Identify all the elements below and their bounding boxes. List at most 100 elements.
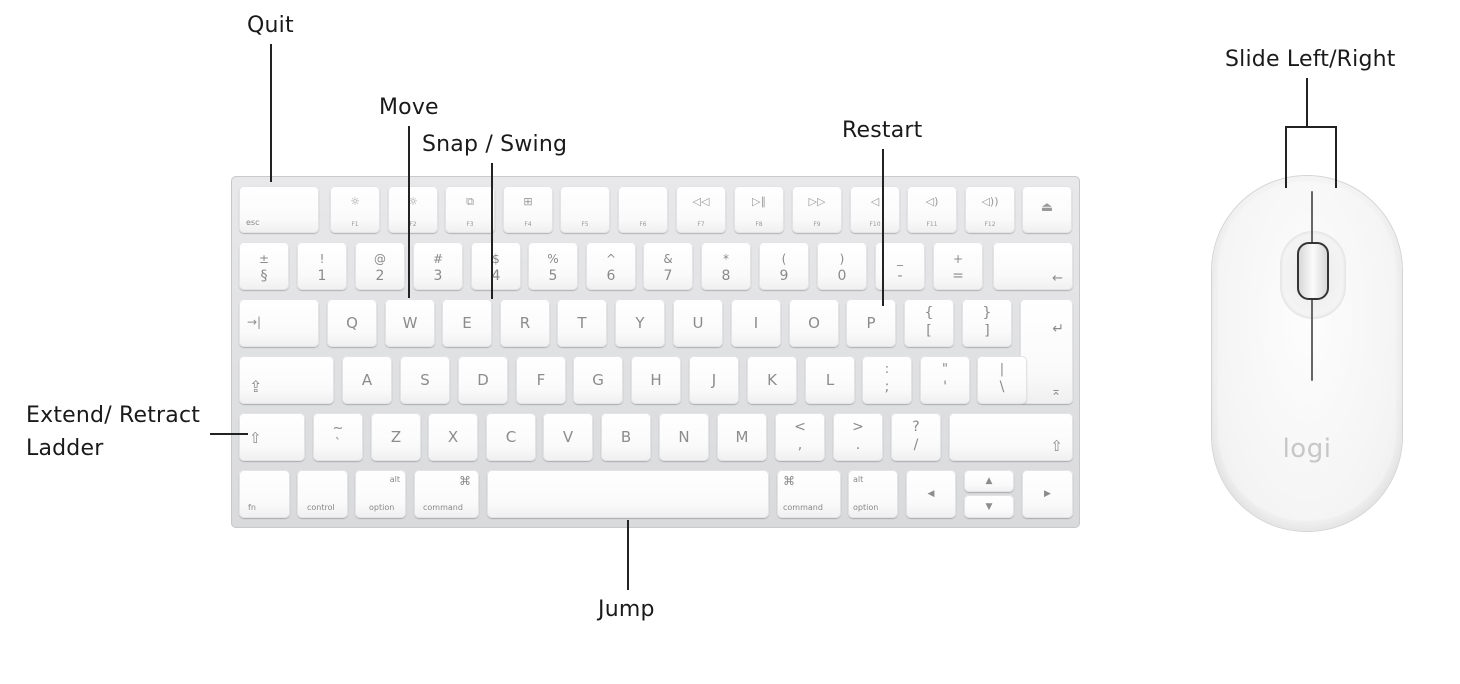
- key-option-left[interactable]: alt option: [355, 470, 406, 518]
- key-c[interactable]: C: [486, 413, 536, 461]
- key-number-12[interactable]: + =: [933, 242, 983, 290]
- key-k[interactable]: K: [747, 356, 797, 404]
- key-f10[interactable]: ◁ F10: [850, 186, 900, 233]
- key-esc[interactable]: esc: [239, 186, 319, 233]
- key-punct-z-2[interactable]: ? /: [891, 413, 941, 461]
- key-f7-label: F7: [697, 221, 705, 228]
- key-shift-left[interactable]: ⇧: [239, 413, 305, 461]
- key-number-0[interactable]: ± §: [239, 242, 289, 290]
- leader-line-restart: [882, 149, 884, 306]
- key-number-8-top: *: [723, 252, 729, 266]
- key-f4-icon: ⊞: [523, 195, 533, 208]
- key-d[interactable]: D: [458, 356, 508, 404]
- key-caps-lock[interactable]: ⇪: [239, 356, 334, 404]
- key-punct-a-1[interactable]: " ': [920, 356, 970, 404]
- key-b[interactable]: B: [601, 413, 651, 461]
- key-s[interactable]: S: [400, 356, 450, 404]
- key-tab[interactable]: →|: [239, 299, 319, 347]
- key-fn[interactable]: fn: [239, 470, 290, 518]
- key-n[interactable]: N: [659, 413, 709, 461]
- key-t-label: T: [577, 314, 587, 332]
- key-number-7[interactable]: & 7: [643, 242, 693, 290]
- key-q[interactable]: Q: [327, 299, 377, 347]
- arrow-right-icon: ▶: [1044, 489, 1051, 499]
- key-f6[interactable]: F6: [618, 186, 668, 233]
- key-arrow-down[interactable]: ▼: [964, 495, 1014, 518]
- key-v[interactable]: V: [543, 413, 593, 461]
- key-f3[interactable]: ⧉ F3: [445, 186, 495, 233]
- key-command-right[interactable]: ⌘ command: [777, 470, 841, 518]
- key-f9-icon: ▷▷: [808, 195, 826, 208]
- key-bracket-0[interactable]: {[: [904, 299, 954, 347]
- key-command-left[interactable]: ⌘ command: [414, 470, 479, 518]
- key-f11[interactable]: ◁) F11: [907, 186, 957, 233]
- key-r[interactable]: R: [500, 299, 550, 347]
- key-u[interactable]: U: [673, 299, 723, 347]
- key-eject[interactable]: ⏏: [1022, 186, 1072, 233]
- key-bracket-1[interactable]: }]: [962, 299, 1012, 347]
- key-arrow-up[interactable]: ▲: [964, 470, 1014, 492]
- return-icon: ↵: [1052, 321, 1064, 337]
- key-f1[interactable]: ☼ F1: [330, 186, 380, 233]
- key-l[interactable]: L: [805, 356, 855, 404]
- key-number-0-top: ±: [258, 252, 270, 266]
- key-d-label: D: [477, 371, 489, 389]
- caps-lock-icon: ⇪: [249, 377, 263, 396]
- key-number-5[interactable]: % 5: [528, 242, 578, 290]
- key-a-label: A: [361, 371, 373, 389]
- key-f5[interactable]: F5: [560, 186, 610, 233]
- key-f4[interactable]: ⊞ F4: [503, 186, 553, 233]
- key-j[interactable]: J: [689, 356, 739, 404]
- key-number-4[interactable]: $4: [471, 242, 521, 290]
- key-f12[interactable]: ◁)) F12: [965, 186, 1015, 233]
- key-w[interactable]: W: [385, 299, 435, 347]
- key-f5-label: F5: [581, 221, 589, 228]
- key-punct-a-2[interactable]: | \: [977, 356, 1027, 404]
- key-i[interactable]: I: [731, 299, 781, 347]
- key-f[interactable]: F: [516, 356, 566, 404]
- key-number-8[interactable]: * 8: [701, 242, 751, 290]
- key-number-2[interactable]: @2: [355, 242, 405, 290]
- key-f8-label: F8: [755, 221, 763, 228]
- key-control[interactable]: control: [297, 470, 348, 518]
- arrow-up-icon: ▲: [985, 476, 993, 486]
- key-z[interactable]: Z: [371, 413, 421, 461]
- key-number-6[interactable]: ^ 6: [586, 242, 636, 290]
- key-punct-z-0[interactable]: <,: [775, 413, 825, 461]
- key-y-label: Y: [635, 314, 645, 332]
- scroll-wheel[interactable]: [1297, 242, 1329, 300]
- label-snap-swing: Snap / Swing: [422, 132, 568, 157]
- key-f2[interactable]: ☼ F2: [388, 186, 438, 233]
- key-arrow-left[interactable]: ◀: [906, 470, 956, 518]
- key-p[interactable]: P: [846, 299, 896, 347]
- key-option-right[interactable]: alt option: [848, 470, 898, 518]
- tab-icon: →|: [247, 315, 262, 329]
- key-return[interactable]: ↵ ⌅: [1020, 299, 1073, 404]
- key-punct-a-0[interactable]: :;: [862, 356, 912, 404]
- key-number-5-top: %: [547, 252, 559, 266]
- key-number-9[interactable]: (9: [759, 242, 809, 290]
- key-arrow-right[interactable]: ▶: [1022, 470, 1073, 518]
- key-f8[interactable]: ▷∥ F8: [734, 186, 784, 233]
- key-backspace[interactable]: ←: [993, 242, 1073, 290]
- key-a[interactable]: A: [342, 356, 392, 404]
- key-t[interactable]: T: [557, 299, 607, 347]
- key-number-10[interactable]: ) 0: [817, 242, 867, 290]
- key-g[interactable]: G: [573, 356, 623, 404]
- key-h[interactable]: H: [631, 356, 681, 404]
- key-space[interactable]: [487, 470, 769, 518]
- key-y[interactable]: Y: [615, 299, 665, 347]
- key-number-1[interactable]: ! 1: [297, 242, 347, 290]
- key-e[interactable]: E: [442, 299, 492, 347]
- key-tilde[interactable]: ~ `: [313, 413, 363, 461]
- key-f3-label: F3: [466, 221, 474, 228]
- key-f9[interactable]: ▷▷ F9: [792, 186, 842, 233]
- key-punct-z-1[interactable]: >.: [833, 413, 883, 461]
- label-extend-retract: Extend/ Retract: [26, 403, 201, 428]
- key-x[interactable]: X: [428, 413, 478, 461]
- key-shift-right[interactable]: ⇧: [949, 413, 1073, 461]
- key-m[interactable]: M: [717, 413, 767, 461]
- key-o[interactable]: O: [789, 299, 839, 347]
- key-number-3[interactable]: #3: [413, 242, 463, 290]
- key-f7[interactable]: ◁◁ F7: [676, 186, 726, 233]
